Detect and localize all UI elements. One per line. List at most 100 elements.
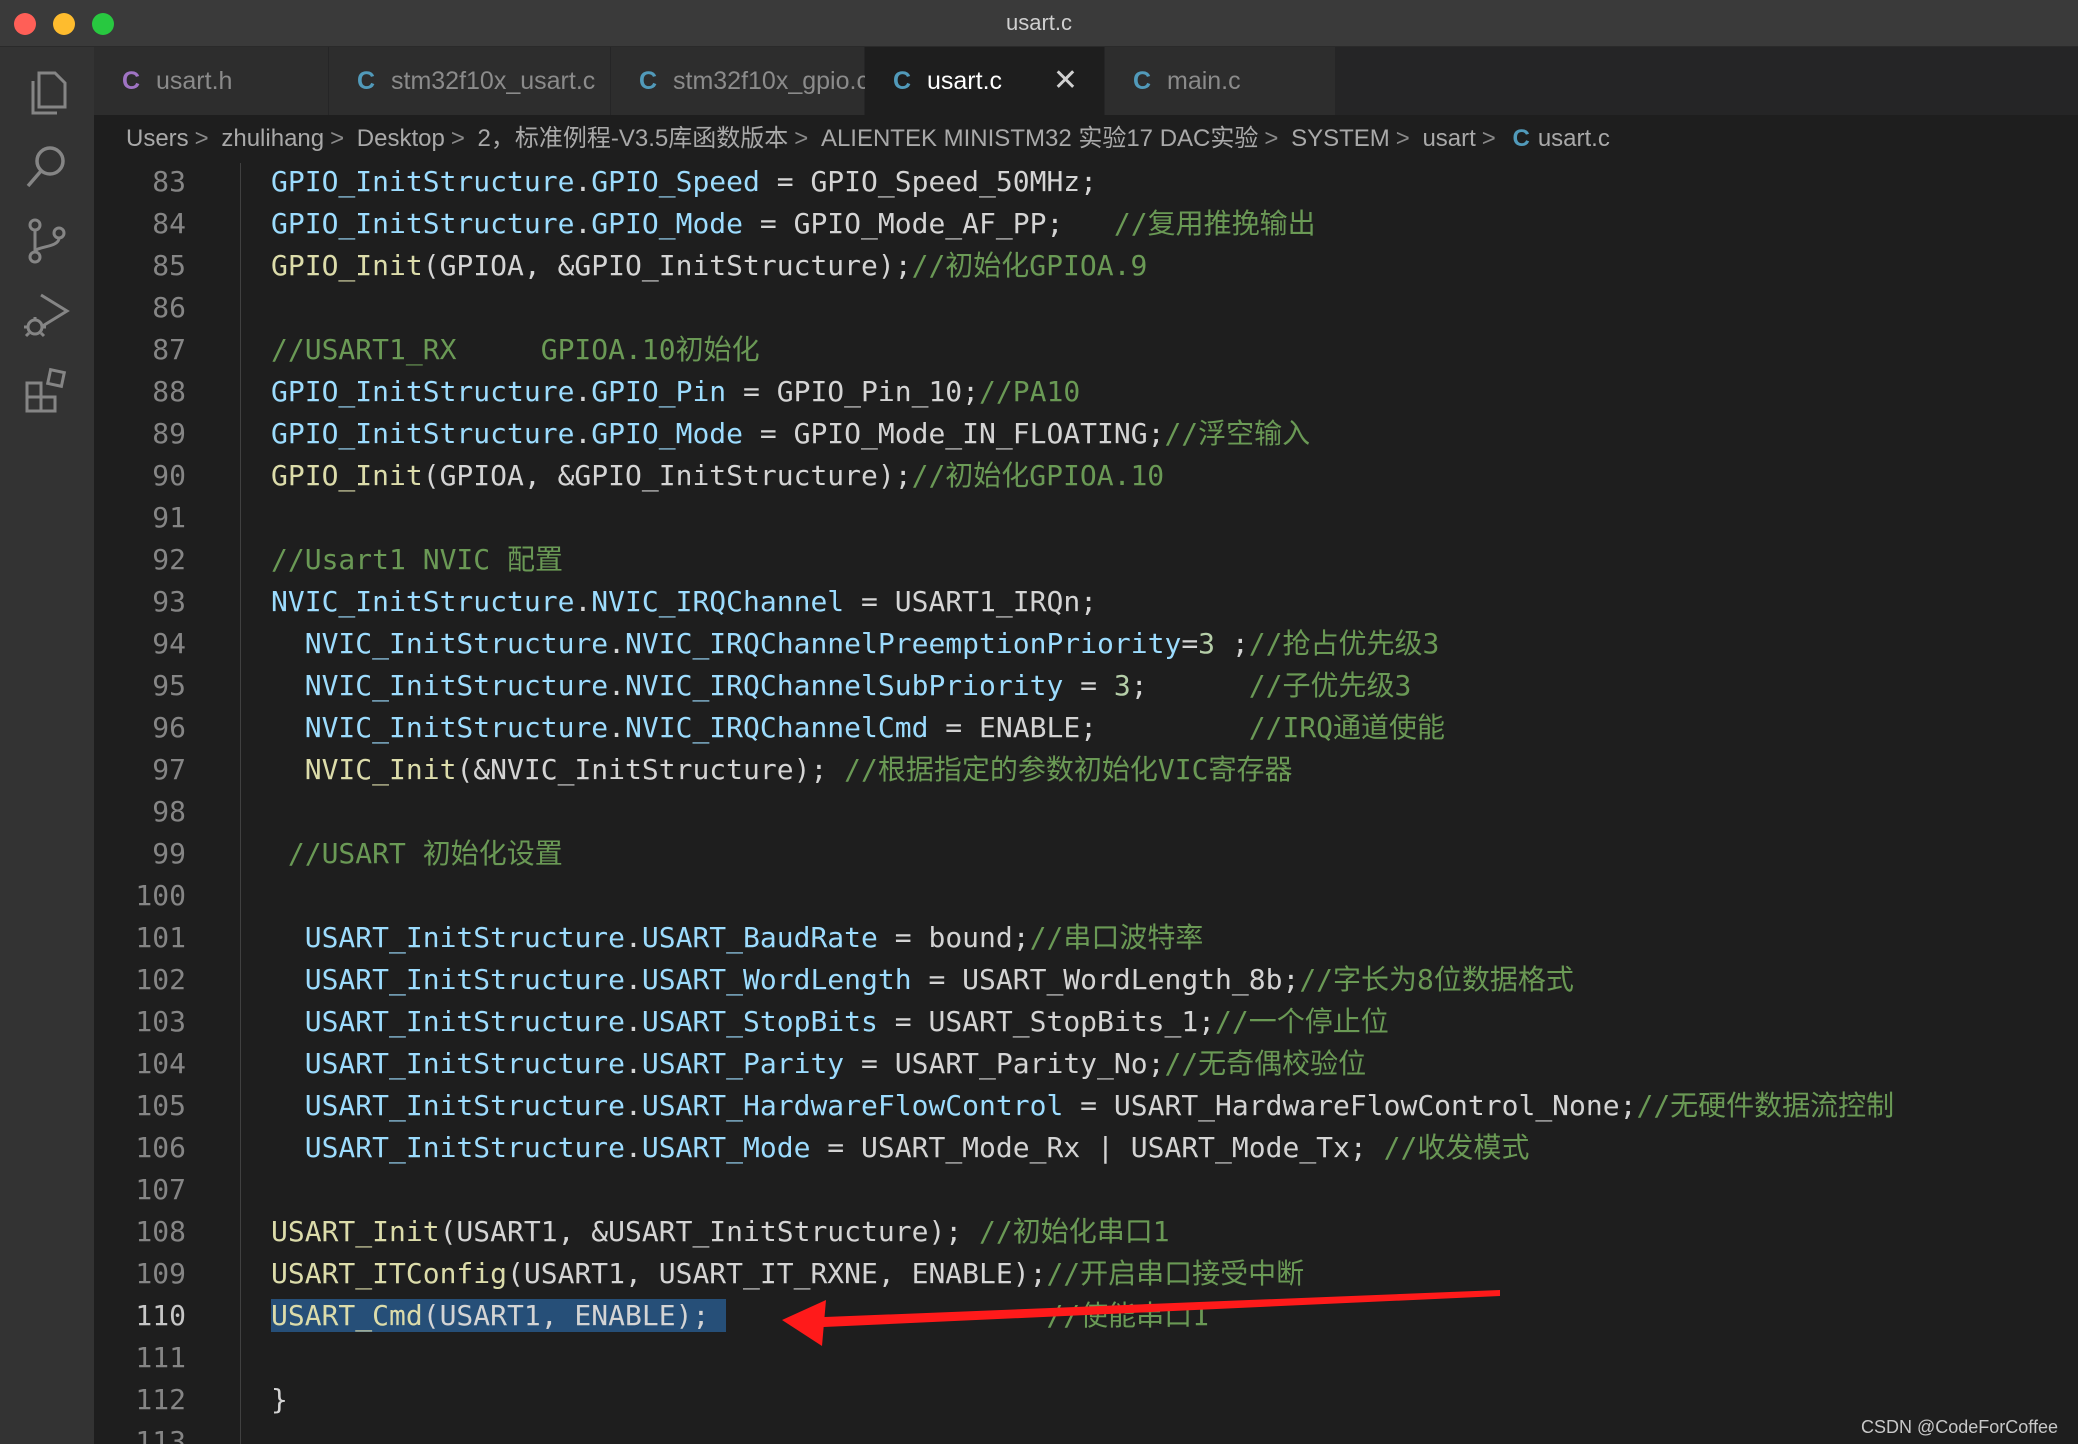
code-comment: //串口波特率: [1029, 921, 1204, 954]
code-line[interactable]: GPIO_InitStructure.GPIO_Speed = GPIO_Spe…: [271, 163, 1097, 203]
code-line[interactable]: USART_InitStructure.USART_Parity = USART…: [271, 1043, 1366, 1085]
code-token: .: [625, 963, 642, 996]
code-token: = USART_WordLength_8b;: [911, 963, 1300, 996]
code-token: GPIO_Speed: [591, 165, 760, 198]
code-token: (GPIOA, &GPIO_InitStructure);: [422, 249, 912, 282]
code-comment: //抢占优先级3: [1248, 627, 1440, 660]
code-comment: //PA10: [979, 375, 1081, 408]
code-token: ;: [1130, 669, 1249, 702]
tab-stm32f10x-gpio-c[interactable]: C stm32f10x_gpio.c: [611, 47, 869, 115]
tab-main-c[interactable]: C main.c: [1105, 47, 1336, 115]
code-editor[interactable]: 83 84 85 86 87 88 89 90 91 92 93 94 95 96 97 98 99 100 101…: [94, 163, 2078, 1444]
code-token: NVIC_IRQChannelPreemptionPriority: [625, 627, 1182, 660]
code-token: = USART1_IRQn;: [844, 585, 1098, 618]
line-number: 91: [152, 501, 186, 534]
extensions-icon[interactable]: [19, 361, 75, 417]
tab-label: stm32f10x_usart.c: [391, 67, 596, 95]
code-token: USART_StopBits: [641, 1005, 878, 1038]
code-comment: //Usart1 NVIC 配置: [271, 543, 564, 576]
code-token: USART_ITConfig: [271, 1257, 508, 1290]
chevron-right-icon: >: [794, 125, 809, 152]
code-token: USART_Init: [271, 1215, 440, 1248]
breadcrumb-file[interactable]: usart.c: [1538, 125, 1610, 152]
tab-usart-c[interactable]: C usart.c ✕: [865, 47, 1105, 115]
code-line[interactable]: NVIC_InitStructure.NVIC_IRQChannelCmd = …: [271, 707, 1445, 749]
code-line[interactable]: USART_InitStructure.USART_HardwareFlowCo…: [271, 1085, 1894, 1127]
code-line[interactable]: NVIC_InitStructure.NVIC_IRQChannelSubPri…: [271, 665, 1412, 707]
breadcrumb-item[interactable]: usart: [1422, 125, 1475, 152]
code-line[interactable]: //USART1_RX GPIOA.10初始化: [271, 329, 760, 371]
code-token: }: [271, 1383, 288, 1416]
tab-stm32f10x-usart-c[interactable]: C stm32f10x_usart.c: [329, 47, 611, 115]
chevron-right-icon: >: [194, 125, 209, 152]
window-title: usart.c: [1005, 10, 1073, 35]
tab-usart-h[interactable]: C usart.h: [94, 47, 329, 115]
title-bar: usart.c: [0, 0, 2078, 47]
breadcrumb-item[interactable]: Desktop: [357, 125, 445, 152]
code-line[interactable]: GPIO_InitStructure.GPIO_Pin = GPIO_Pin_1…: [271, 371, 1080, 413]
chevron-right-icon: >: [1395, 125, 1410, 152]
code-line[interactable]: NVIC_InitStructure.NVIC_IRQChannelPreemp…: [271, 623, 1440, 665]
code-token: ;: [1215, 627, 1249, 660]
code-line[interactable]: //USART 初始化设置: [271, 833, 563, 875]
line-number: 108: [135, 1215, 186, 1248]
code-token: .: [608, 669, 626, 702]
activity-bar: [0, 47, 94, 1444]
chevron-right-icon: >: [1481, 125, 1496, 152]
code-comment: //初始化GPIOA.10: [911, 459, 1165, 492]
source-control-icon[interactable]: [19, 213, 75, 269]
code-line[interactable]: GPIO_InitStructure.GPIO_Mode = GPIO_Mode…: [271, 413, 1310, 455]
code-line[interactable]: USART_Cmd(USART1, ENABLE); //使能串口1: [271, 1295, 1209, 1337]
line-number: 101: [135, 921, 186, 954]
code-line[interactable]: USART_InitStructure.USART_Mode = USART_M…: [271, 1127, 1530, 1169]
run-debug-icon[interactable]: [19, 287, 75, 343]
code-comment: //初始化GPIOA.9: [911, 249, 1148, 282]
code-line[interactable]: USART_ITConfig(USART1, USART_IT_RXNE, EN…: [271, 1253, 1304, 1295]
code-line[interactable]: USART_InitStructure.USART_BaudRate = bou…: [271, 917, 1204, 959]
code-token: USART_InitStructure: [304, 963, 626, 996]
code-token: GPIO_InitStructure: [271, 375, 575, 408]
code-token: NVIC_IRQChannel: [591, 585, 845, 618]
code-line[interactable]: USART_Init(USART1, &USART_InitStructure)…: [271, 1211, 1170, 1253]
code-line[interactable]: GPIO_Init(GPIOA, &GPIO_InitStructure);//…: [271, 245, 1147, 287]
breadcrumb-item[interactable]: Users: [126, 125, 189, 152]
code-line[interactable]: }: [271, 1379, 288, 1421]
code-token: NVIC_Init: [304, 753, 457, 786]
code-comment: //USART 初始化设置: [287, 837, 563, 870]
code-token: (USART1, &USART_InitStructure);: [439, 1215, 980, 1248]
breadcrumb-item[interactable]: zhulihang: [221, 125, 324, 152]
code-line[interactable]: GPIO_Init(GPIOA, &GPIO_InitStructure);//…: [271, 455, 1164, 497]
breadcrumb-item[interactable]: ALIENTEK MINISTM32 实验17 DAC实验: [821, 125, 1258, 152]
search-icon[interactable]: [19, 139, 75, 195]
code-token: = bound;: [877, 921, 1030, 954]
chevron-right-icon: >: [1264, 125, 1279, 152]
tab-label: main.c: [1167, 67, 1241, 95]
code-token: .: [625, 1005, 642, 1038]
c-file-icon: C: [893, 67, 912, 95]
code-line[interactable]: USART_InitStructure.USART_WordLength = U…: [271, 959, 1574, 1001]
code-token: USART_Mode: [641, 1131, 811, 1164]
code-token: 3: [1113, 669, 1131, 702]
code-token: = USART_Parity_No;: [844, 1047, 1165, 1080]
code-line[interactable]: //Usart1 NVIC 配置: [271, 539, 563, 581]
close-tab-icon[interactable]: ✕: [1053, 47, 1078, 115]
breadcrumb-item[interactable]: 2，标准例程-V3.5库函数版本: [478, 125, 789, 152]
code-token: =: [1063, 669, 1114, 702]
code-token: (USART1, ENABLE);: [422, 1299, 727, 1332]
explorer-icon[interactable]: [19, 65, 75, 121]
code-token: =: [1181, 627, 1199, 660]
code-token: = GPIO_Speed_50MHz;: [759, 165, 1098, 198]
code-line[interactable]: NVIC_Init(&NVIC_InitStructure); //根据指定的参…: [271, 749, 1293, 791]
code-comment: //根据指定的参数初始化VIC寄存器: [844, 753, 1293, 786]
line-number: 111: [135, 1341, 186, 1374]
code-line[interactable]: NVIC_InitStructure.NVIC_IRQChannel = USA…: [271, 581, 1097, 623]
breadcrumb-item[interactable]: SYSTEM: [1291, 125, 1390, 152]
code-line[interactable]: GPIO_InitStructure.GPIO_Mode = GPIO_Mode…: [271, 203, 1316, 245]
line-number: 95: [152, 669, 186, 702]
code-line[interactable]: USART_InitStructure.USART_StopBits = USA…: [271, 1001, 1389, 1043]
code-token: NVIC_InitStructure: [304, 669, 609, 702]
